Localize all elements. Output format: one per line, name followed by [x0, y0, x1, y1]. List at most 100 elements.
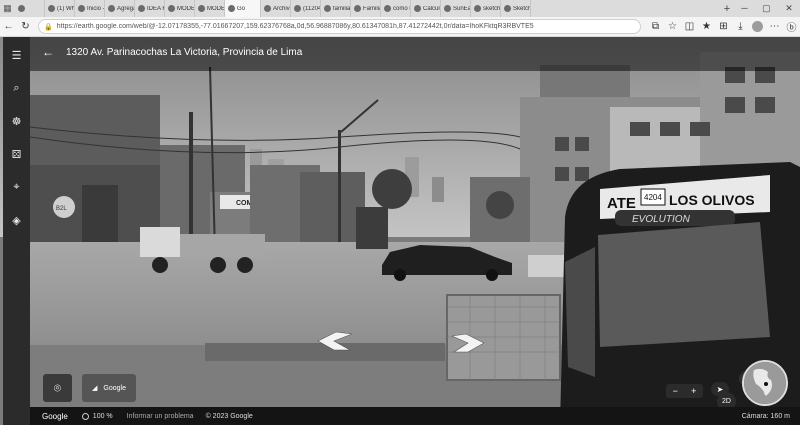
tab-favicon-icon — [168, 5, 175, 12]
tab-favicon-icon — [444, 5, 451, 12]
tab-title: MODEL — [177, 5, 194, 12]
downloads-icon[interactable]: ⤓ — [732, 17, 749, 37]
browser-tab[interactable]: sketch — [471, 0, 501, 17]
back-arrow-icon[interactable]: ← — [42, 45, 56, 59]
street-view-scene[interactable]: B2L COMERCIAL JUAN — [0, 37, 800, 425]
profile-avatar[interactable] — [752, 21, 763, 32]
photo-thumb-button[interactable]: ◢ Google — [82, 374, 136, 402]
browser-tab[interactable]: MODEL — [165, 0, 195, 17]
back-button[interactable]: ← — [0, 17, 17, 37]
tab-title: como h — [393, 5, 410, 12]
tab-favicon-icon — [474, 5, 481, 12]
bing-icon[interactable]: ⓑ — [783, 17, 800, 37]
globe-icon — [744, 362, 786, 404]
browser-tab[interactable]: (11204 — [291, 0, 321, 17]
address-bar[interactable]: 🔒 https://earth.google.com/web/@-12.0717… — [38, 19, 641, 34]
workspaces-icon[interactable]: ▦ — [0, 0, 15, 17]
nav-left-arrow-icon[interactable] — [316, 330, 354, 352]
compass-icon[interactable]: ➤ — [711, 382, 729, 396]
browser-tab[interactable]: IDEA R — [135, 0, 165, 17]
browser-tab[interactable]: Agrega — [105, 0, 135, 17]
tab-favicon-icon — [414, 5, 421, 12]
browser-tab[interactable]: Sketch — [501, 0, 531, 17]
browser-toolbar: ← ↻ 🔒 https://earth.google.com/web/@-12.… — [0, 17, 800, 37]
focus-photo-button[interactable]: ⌾ — [43, 374, 72, 402]
tab-title: Inicio - — [87, 5, 104, 12]
tab-title: Cálculo — [423, 5, 440, 12]
zoom-out-button[interactable]: − — [673, 386, 678, 396]
dice-icon[interactable]: ⚄ — [7, 144, 27, 164]
tab-title: Familia — [363, 5, 380, 12]
nav-right-arrow-icon[interactable] — [452, 332, 486, 354]
tab-favicon-icon — [228, 5, 235, 12]
browser-tab[interactable] — [15, 0, 45, 17]
tab-title: Agrega — [117, 5, 134, 12]
menu-icon[interactable]: ⋯ — [766, 17, 783, 37]
tab-favicon-icon — [18, 5, 25, 12]
browser-tab[interactable]: Familia — [351, 0, 381, 17]
new-tab-button[interactable]: + — [720, 3, 734, 15]
browser-tab[interactable]: familias — [321, 0, 351, 17]
report-problem-link[interactable]: Informar un problema — [127, 413, 194, 420]
location-title: 1320 Av. Parinacochas La Victoria, Provi… — [66, 47, 303, 58]
browser-tab[interactable]: SunEar — [441, 0, 471, 17]
favorites-icon[interactable]: ★ — [698, 17, 715, 37]
tab-favicon-icon — [324, 5, 331, 12]
tab-favicon-icon — [504, 5, 511, 12]
tab-favicon-icon — [78, 5, 85, 12]
extensions-icon[interactable]: ⧉ — [647, 17, 664, 37]
projects-pin-icon[interactable]: ⌖ — [7, 177, 27, 197]
tab-favicon-icon — [108, 5, 115, 12]
window-controls: ─ ▢ ✕ — [734, 3, 800, 14]
earth-viewport[interactable]: B2L COMERCIAL JUAN — [0, 37, 800, 425]
split-screen-icon[interactable]: ◫ — [681, 17, 698, 37]
tab-favicon-icon — [354, 5, 361, 12]
google-logo: Google — [42, 411, 68, 421]
lock-icon: 🔒 — [44, 23, 53, 31]
tab-favicon-icon — [198, 5, 205, 12]
zoom-level: 100 % — [92, 412, 113, 420]
favorite-icon[interactable]: ☆ — [664, 17, 681, 37]
browser-tab[interactable]: como h — [381, 0, 411, 17]
close-window-button[interactable]: ✕ — [785, 3, 793, 14]
tab-strip: ▦ (1) Wha Inicio - Agrega IDEA R MODEL MODEL G… — [0, 0, 800, 17]
layers-icon[interactable]: ◈ — [7, 210, 27, 230]
tab-favicon-icon — [384, 5, 391, 12]
photo-thumb-label: Google — [103, 384, 126, 392]
tab-title: Archivo — [273, 5, 290, 12]
tab-favicon-icon — [294, 5, 301, 12]
voyager-icon[interactable]: ☸ — [7, 111, 27, 131]
menu-hamburger-icon[interactable]: ☰ — [7, 45, 27, 65]
camera-altitude: Cámara: 160 m — [741, 412, 790, 420]
browser-tab[interactable]: MODEL — [195, 0, 225, 17]
zoom-in-button[interactable]: + — [691, 386, 696, 396]
tab-title: sketch — [483, 5, 500, 12]
bus-model-text: EVOLUTION — [632, 214, 691, 225]
tab-title: SunEar — [453, 5, 470, 12]
globe-minimap[interactable] — [742, 360, 788, 406]
browser-tab[interactable]: Go — [225, 0, 261, 17]
tab-favicon-icon — [138, 5, 145, 12]
crosshair-icon: ⌾ — [53, 380, 62, 395]
browser-tab[interactable]: Archivo — [261, 0, 291, 17]
tab-title: (11204 — [303, 5, 320, 12]
collections-icon[interactable]: ⊞ — [715, 17, 732, 37]
browser-tab[interactable]: Cálculo — [411, 0, 441, 17]
tab-title: Go — [237, 5, 246, 12]
bus-route-text: ATE — [607, 195, 636, 212]
tab-title: MODEL — [207, 5, 224, 12]
browser-tab[interactable]: (1) Wha — [45, 0, 75, 17]
search-icon[interactable]: ⌕ — [7, 78, 27, 98]
copyright-text: © 2023 Google — [205, 412, 253, 420]
tab-title: (1) Wha — [57, 5, 74, 12]
browser-window: ▦ (1) Wha Inicio - Agrega IDEA R MODEL MODEL G… — [0, 0, 800, 425]
zoom-control: − + — [666, 384, 703, 398]
reload-button[interactable]: ↻ — [17, 17, 34, 37]
maximize-button[interactable]: ▢ — [762, 3, 771, 14]
tab-title: familias — [333, 5, 350, 12]
bus-destination-text: LOS OLIVOS — [669, 192, 755, 208]
status-bar: Google 100 % Informar un problema © 2023… — [30, 407, 800, 425]
minimize-button[interactable]: ─ — [741, 3, 747, 14]
browser-tab[interactable]: Inicio - — [75, 0, 105, 17]
tab-favicon-icon — [48, 5, 55, 12]
